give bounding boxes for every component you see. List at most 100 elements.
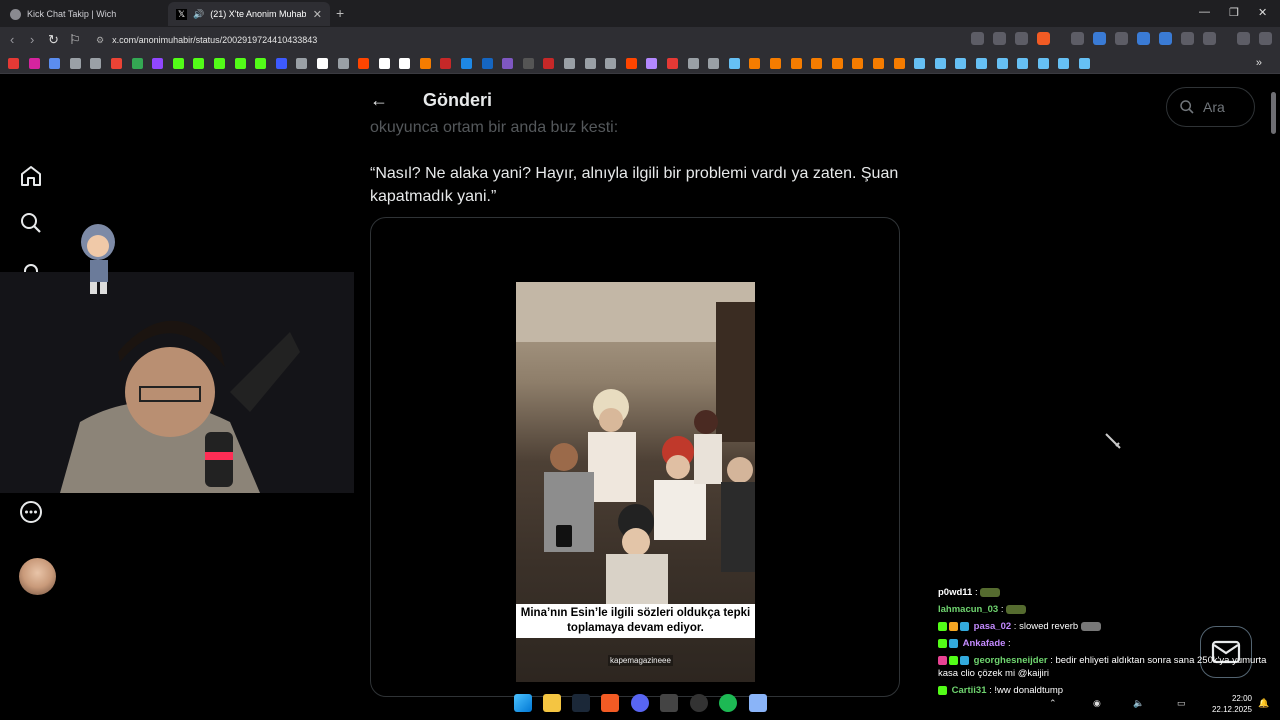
system-clock[interactable]: 22:00 22.12.2025 [1208,693,1252,715]
bookmark-icon[interactable] [687,57,699,69]
bookmark-steam-icon[interactable] [914,57,926,69]
bookmark-icon[interactable] [769,57,781,69]
obs-icon[interactable] [690,694,708,712]
bookmark-icon[interactable] [831,57,843,69]
bookmark-icon[interactable] [872,57,884,69]
bookmark-steam-icon[interactable] [728,57,740,69]
bookmark-icon[interactable] [522,57,534,69]
bookmark-kick-icon[interactable] [213,57,225,69]
tray-chevron-icon[interactable]: ⌃ [1049,698,1057,709]
extension-icon[interactable] [1071,32,1084,45]
media-icon[interactable] [1237,32,1250,45]
bookmark-icon[interactable] [69,57,81,69]
extension-icon[interactable] [1159,32,1172,45]
bookmark-icon[interactable] [564,57,576,69]
bookmark-steam-icon[interactable] [1078,57,1090,69]
bookmark-icon[interactable] [852,57,864,69]
tray-app-icon[interactable]: ◉ [1093,698,1101,709]
discord-icon[interactable] [631,694,649,712]
volume-icon[interactable]: 🔈 [1133,698,1144,709]
bookmark-kick-icon[interactable] [193,57,205,69]
brave-shield-icon[interactable] [1037,32,1050,45]
bookmark-icon[interactable] [461,57,473,69]
bookmark-folder-icon[interactable] [708,57,720,69]
sidebar-icon[interactable] [1203,32,1216,45]
bookmark-icon[interactable] [811,57,823,69]
bookmark-icon[interactable] [605,57,617,69]
bookmark-twitch-icon[interactable] [152,57,164,69]
notification-icon[interactable]: 🔔 [1258,698,1269,709]
search-icon[interactable] [19,211,43,235]
bookmark-icon[interactable] [275,57,287,69]
bookmark-icon[interactable] [749,57,761,69]
tab-close-icon[interactable]: ✕ [313,8,322,21]
restore-button[interactable]: ❐ [1229,6,1239,19]
address-bar[interactable]: ⚙ x.com/anonimuhabir/status/200291972441… [92,30,982,50]
menu-icon[interactable] [1259,32,1272,45]
bookmark-icon[interactable] [625,57,637,69]
back-arrow-icon[interactable]: ← [370,90,388,111]
bookmark-steam-icon[interactable] [934,57,946,69]
tab-kick-chat[interactable]: Kick Chat Takip | Wich [2,2,166,26]
bookmark-icon[interactable] [502,57,514,69]
bookmark-icon[interactable] [646,57,658,69]
bookmark-icon[interactable] [481,57,493,69]
bookmark-steam-icon[interactable] [1037,57,1049,69]
bookmark-instagram-icon[interactable] [28,57,40,69]
page-scrollbar[interactable] [1271,92,1276,134]
bookmark-icon[interactable] [584,57,596,69]
bookmark-kick-icon[interactable] [234,57,246,69]
back-nav-icon[interactable]: ‹ [10,32,14,47]
bookmark-kick-icon[interactable] [255,57,267,69]
bookmark-steam-icon[interactable] [955,57,967,69]
bookmark-icon[interactable] [378,57,390,69]
network-icon[interactable]: ▭ [1177,698,1186,709]
bookmark-youtube-icon[interactable] [8,57,19,69]
forward-nav-icon[interactable]: › [30,32,34,47]
puzzle-icon[interactable] [1181,32,1194,45]
tab-x-post[interactable]: 𝕏 🔊 (21) X'te Anonim Muhabir: "M ✕ [168,2,330,26]
extension-icon[interactable] [1093,32,1106,45]
steam-icon[interactable] [572,694,590,712]
reload-icon[interactable]: ↻ [48,32,59,48]
close-window-button[interactable]: ✕ [1258,6,1267,19]
bookmark-x-icon[interactable] [316,57,328,69]
zoom-icon[interactable] [993,32,1006,45]
bookmark-kick-icon[interactable] [172,57,184,69]
bookmark-steam-icon[interactable] [1017,57,1029,69]
search-box[interactable]: Ara [1166,87,1255,127]
bookmark-icon[interactable] [893,57,905,69]
bookmark-icon[interactable] [440,57,452,69]
extension-icon[interactable] [1137,32,1150,45]
cast-icon[interactable] [971,32,984,45]
bookmark-icon[interactable] [790,57,802,69]
more-bookmarks-button[interactable]: » [1256,57,1262,69]
new-tab-button[interactable]: + [336,5,344,21]
bookmark-icon[interactable] [543,57,555,69]
bookmark-icon[interactable] [419,57,431,69]
bookmark-steam-icon[interactable] [1058,57,1070,69]
bookmark-icon[interactable] [337,57,349,69]
brave-browser-icon[interactable] [601,694,619,712]
bookmark-drive-icon[interactable] [131,57,143,69]
bookmark-icon[interactable] [49,57,61,69]
home-icon[interactable] [19,164,43,188]
start-menu-icon[interactable] [514,694,532,712]
bookmark-amazon-icon[interactable] [399,57,411,69]
profile-avatar[interactable] [19,558,56,595]
site-settings-icon[interactable]: ⚙ [96,35,104,46]
spotify-icon[interactable] [719,694,737,712]
file-explorer-icon[interactable] [543,694,561,712]
bookmark-gmail-icon[interactable] [110,57,122,69]
bookmark-icon[interactable] [667,57,678,69]
bookmark-icon[interactable]: ⚐ [69,32,81,48]
minimize-button[interactable]: — [1199,6,1210,18]
bookmark-steam-icon[interactable] [975,57,987,69]
tweet-video[interactable]: Mina’nın Esin’le ilgili sözleri oldukça … [516,282,755,682]
share-icon[interactable] [1015,32,1028,45]
bookmark-steam-icon[interactable] [996,57,1008,69]
more-icon[interactable] [19,500,43,524]
app-icon[interactable] [660,694,678,712]
bookmark-reddit-icon[interactable] [358,57,370,69]
bookmark-icon[interactable] [296,57,308,69]
